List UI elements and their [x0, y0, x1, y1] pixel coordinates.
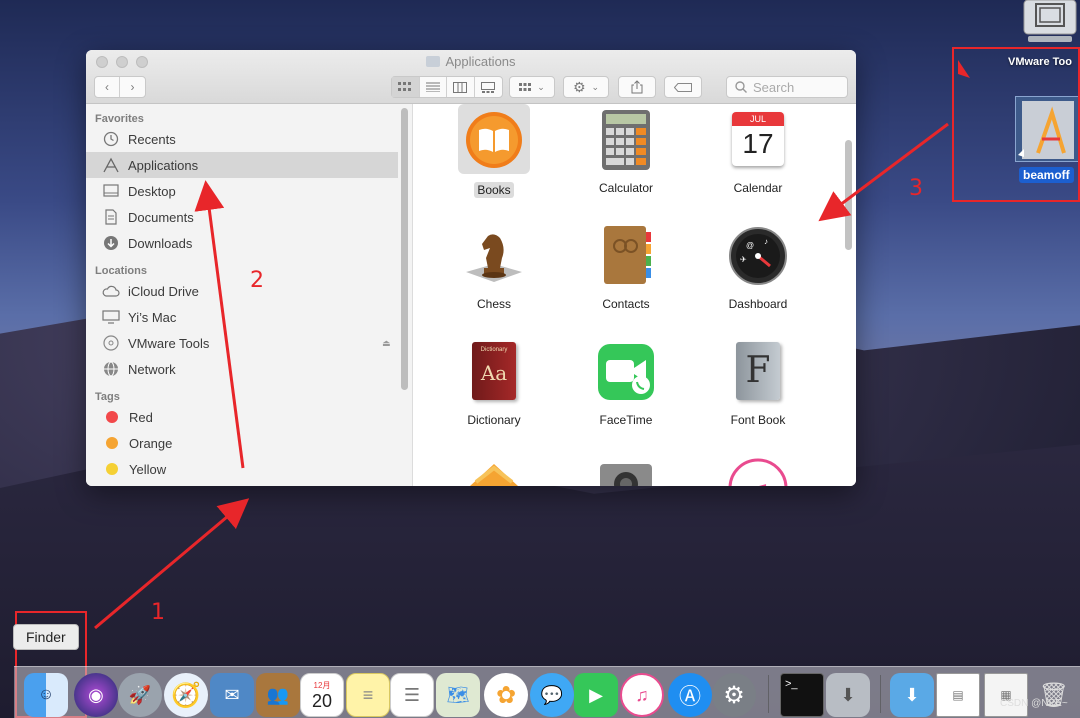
dock-system-preferences[interactable]: ⚙ — [712, 673, 756, 717]
dock-notes[interactable]: ≡ — [346, 673, 390, 717]
dock-launchpad[interactable]: 🚀 — [118, 673, 162, 717]
dock-downloads-folder[interactable]: ⬇ — [890, 673, 934, 717]
dock-siri[interactable]: ◉ — [74, 673, 118, 717]
dock-facetime[interactable]: ▶ — [574, 673, 618, 717]
watermark: CSDN @NPE~ — [1000, 698, 1068, 709]
dock-app-store[interactable]: Ⓐ — [668, 673, 712, 717]
app-store-icon: Ⓐ — [678, 684, 701, 709]
dock-recent-window[interactable]: ▤ — [936, 673, 980, 717]
eagle-stamp-icon: ✉ — [224, 684, 240, 705]
dock-calendar-day: 20 — [311, 690, 333, 711]
dock-trash[interactable]: 🗑 — [1032, 673, 1076, 717]
rocket-icon: 🚀 — [128, 684, 152, 705]
terminal-prompt-icon: >_ — [785, 678, 798, 690]
dock-tooltip: Finder — [13, 624, 79, 650]
video-camera-icon: ▶ — [589, 684, 603, 705]
dock-itunes[interactable]: ♫ — [620, 673, 664, 717]
download-folder-icon: ⬇ — [904, 684, 920, 705]
photos-flower-icon: ✿ — [495, 681, 517, 709]
notes-icon: ≡ — [362, 684, 374, 705]
dock-screenshot-stack[interactable]: ▦ — [984, 673, 1028, 717]
dock-terminal[interactable]: >_ — [780, 673, 824, 717]
dock-maps[interactable]: 🗺 — [436, 673, 480, 717]
dock-mail[interactable]: ✉ — [210, 673, 254, 717]
gear-icon: ⚙ — [723, 681, 745, 709]
annotation-label-2: 2 — [250, 268, 264, 293]
dock-reminders[interactable]: ☰ — [390, 673, 434, 717]
checklist-icon: ☰ — [403, 684, 421, 705]
compass-icon: 🧭 — [171, 681, 201, 709]
installer-box-icon: ⬇ — [840, 684, 856, 705]
arrow-3 — [818, 122, 949, 222]
dock: ☺ ◉ 🚀 🧭 ✉ 👥 12月 20 ≡ ☰ 🗺 ✿ 💬 ▶ ♫ Ⓐ ⚙ >_ … — [14, 666, 1080, 718]
music-note-icon: ♫ — [635, 684, 649, 705]
arrow-2 — [194, 180, 245, 469]
chat-bubble-icon: 💬 — [540, 684, 564, 705]
contacts-icon: 👥 — [266, 684, 290, 705]
dock-installer[interactable]: ⬇ — [826, 673, 870, 717]
siri-icon: ◉ — [88, 684, 104, 705]
map-icon: 🗺 — [446, 684, 470, 705]
dock-calendar[interactable]: 12月 20 — [300, 673, 344, 717]
window-thumbnail-icon: ▤ — [952, 688, 964, 702]
arrow-1 — [94, 498, 250, 630]
dock-safari[interactable]: 🧭 — [164, 673, 208, 717]
annotation-label-3: 3 — [909, 176, 923, 201]
finder-face-icon: ☺ — [37, 686, 55, 703]
arrow-3-head-small — [958, 60, 970, 78]
dock-separator — [880, 675, 881, 713]
dock-calendar-month: 12月 — [313, 680, 331, 690]
annotation-label-1: 1 — [151, 600, 165, 625]
dock-finder[interactable]: ☺ — [24, 673, 68, 717]
dock-contacts[interactable]: 👥 — [256, 673, 300, 717]
dock-separator — [768, 675, 769, 713]
dock-photos[interactable]: ✿ — [484, 673, 528, 717]
dock-messages[interactable]: 💬 — [530, 673, 574, 717]
